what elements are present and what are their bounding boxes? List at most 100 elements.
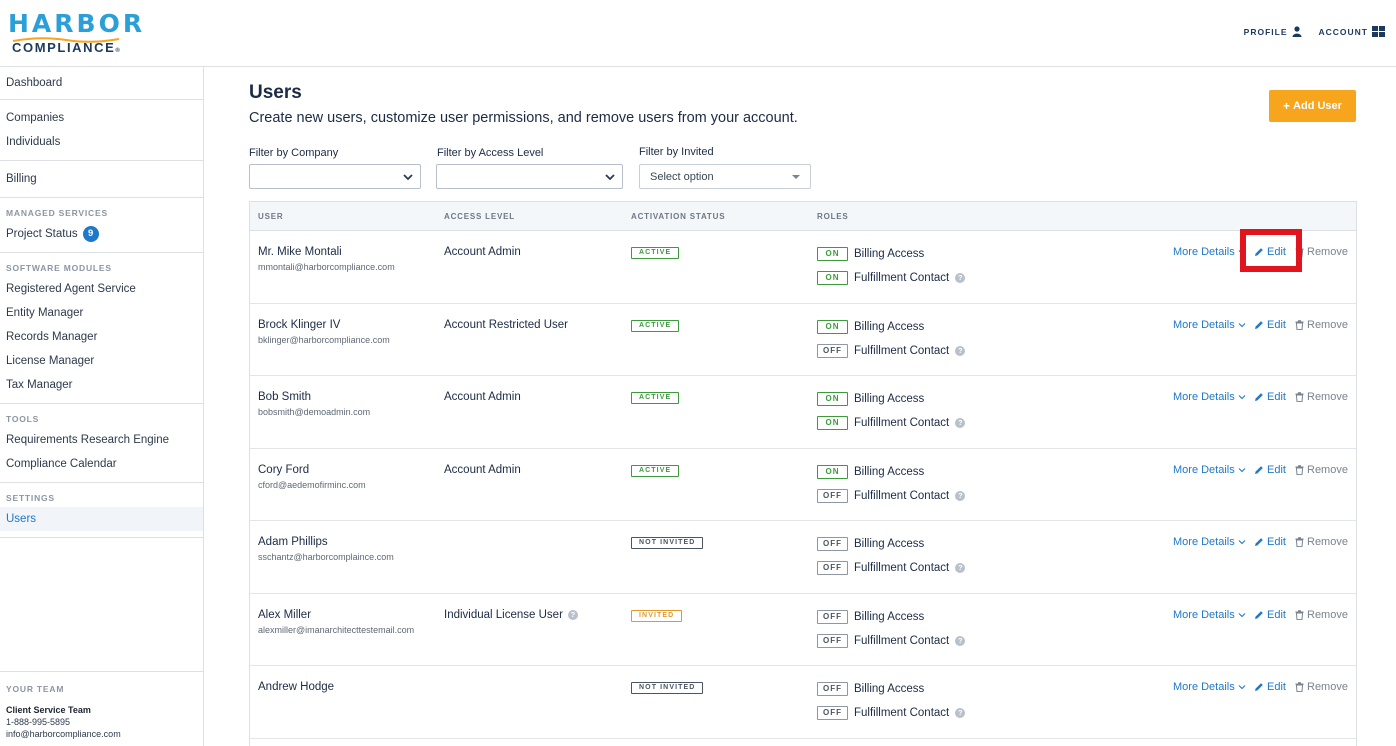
column-header-access-level: ACCESS LEVEL [444, 212, 515, 221]
account-link[interactable]: ACCOUNT [1319, 26, 1385, 37]
access-level-text: Account Admin [444, 463, 521, 476]
grid-icon [1372, 26, 1385, 37]
sidebar-item-records-manager[interactable]: Records Manager [0, 325, 203, 349]
edit-label: Edit [1267, 536, 1286, 548]
remove-link[interactable]: Remove [1295, 681, 1348, 693]
sidebar-item-individuals[interactable]: Individuals [0, 130, 203, 154]
table-row: Cory Ford cford@aedemofirminc.com Accoun… [250, 449, 1356, 521]
access-level-text: Account Restricted User [444, 318, 568, 331]
role-billing-access: ON Billing Access [817, 319, 924, 334]
help-icon[interactable]: ? [955, 345, 966, 356]
remove-link[interactable]: Remove [1295, 391, 1348, 403]
remove-link[interactable]: Remove [1295, 319, 1348, 331]
role-billing-access: ON Billing Access [817, 464, 925, 479]
more-details-link[interactable]: More Details [1173, 681, 1254, 693]
row-actions: More Details Edit Remove [1173, 319, 1348, 331]
user-email: alexmiller@imanarchitecttestemail.com [258, 624, 415, 635]
edit-link[interactable]: Edit [1254, 536, 1295, 548]
more-details-link[interactable]: More Details [1173, 319, 1254, 331]
chevron-down-icon [403, 174, 413, 181]
sidebar-item-project-status[interactable]: Project Status 9 [0, 222, 203, 246]
billing-access-toggle[interactable]: ON [817, 392, 848, 406]
page-title: Users [249, 82, 302, 103]
user-email: bklinger@harborcompliance.com [258, 334, 390, 345]
pencil-icon [1255, 320, 1263, 329]
more-details-link[interactable]: More Details [1173, 391, 1254, 403]
fulfillment-contact-toggle[interactable]: ON [817, 416, 848, 430]
billing-access-toggle[interactable]: ON [817, 319, 848, 334]
help-icon[interactable]: ? [955, 708, 966, 718]
logo-wordmark-top: HARBOR [8, 9, 146, 38]
fulfillment-contact-toggle[interactable]: OFF [817, 561, 848, 575]
sidebar-item-dashboard[interactable]: Dashboard [0, 71, 203, 95]
profile-link[interactable]: PROFILE [1244, 26, 1302, 37]
help-icon[interactable]: ? [955, 635, 966, 646]
filter-invited-select[interactable]: Select option [639, 164, 811, 189]
billing-access-toggle[interactable]: OFF [817, 609, 848, 624]
sidebar-item-users[interactable]: Users [0, 507, 203, 531]
team-email[interactable]: info@harborcompliance.com [6, 728, 203, 740]
fulfillment-contact-toggle[interactable]: OFF [817, 488, 848, 503]
edit-link[interactable]: Edit [1254, 246, 1295, 258]
help-icon[interactable]: ? [955, 563, 966, 573]
edit-link[interactable]: Edit [1254, 391, 1295, 403]
role-label: Billing Access [854, 465, 925, 478]
fulfillment-contact-toggle[interactable]: OFF [817, 633, 848, 648]
sidebar-item-requirements-research-engine[interactable]: Requirements Research Engine [0, 428, 203, 452]
filter-company-select[interactable] [249, 164, 421, 189]
user-email: cford@aedemofirminc.com [258, 479, 366, 490]
help-icon[interactable]: ? [955, 273, 966, 283]
pencil-icon [1255, 248, 1263, 256]
column-header-roles: ROLES [817, 212, 849, 221]
remove-label: Remove [1307, 536, 1348, 548]
user-name: Alex Miller [258, 608, 312, 621]
remove-label: Remove [1307, 246, 1348, 258]
user-name: Mr. Mike Montali [258, 246, 342, 258]
role-fulfillment-contact: OFF Fulfillment Contact ? [817, 633, 966, 648]
edit-link[interactable]: Edit [1254, 319, 1295, 331]
help-icon[interactable]: ? [955, 490, 966, 501]
pencil-icon [1255, 683, 1263, 691]
edit-link[interactable]: Edit [1254, 464, 1295, 476]
sidebar-item-billing[interactable]: Billing [0, 167, 203, 191]
billing-access-toggle[interactable]: OFF [817, 682, 848, 696]
remove-link[interactable]: Remove [1295, 536, 1348, 548]
remove-link[interactable]: Remove [1295, 464, 1348, 476]
more-details-link[interactable]: More Details [1173, 464, 1254, 476]
fulfillment-contact-toggle[interactable]: ON [817, 271, 848, 285]
sidebar-item-registered-agent-service[interactable]: Registered Agent Service [0, 277, 203, 301]
role-label: Fulfillment Contact [854, 634, 950, 647]
help-icon[interactable]: ? [567, 609, 578, 620]
more-details-link[interactable]: More Details [1173, 536, 1254, 548]
role-label: Fulfillment Contact [854, 489, 950, 502]
logo-wordmark-bottom: COMPLIANCE® [12, 40, 120, 55]
sidebar-item-entity-manager[interactable]: Entity Manager [0, 301, 203, 325]
more-details-link[interactable]: More Details [1173, 609, 1254, 621]
user-email: sschantz@harborcomplaince.com [258, 552, 394, 562]
remove-link[interactable]: Remove [1295, 609, 1348, 621]
billing-access-toggle[interactable]: OFF [817, 537, 848, 551]
fulfillment-contact-toggle[interactable]: OFF [817, 343, 848, 358]
sidebar-item-license-manager[interactable]: License Manager [0, 349, 203, 373]
filter-access-select[interactable] [436, 164, 623, 189]
team-phone[interactable]: 1-888-995-5895 [6, 716, 203, 728]
remove-link[interactable]: Remove [1295, 246, 1348, 258]
sidebar-item-tax-manager[interactable]: Tax Manager [0, 373, 203, 397]
edit-link[interactable]: Edit [1254, 609, 1295, 621]
billing-access-toggle[interactable]: ON [817, 247, 848, 261]
sidebar-item-companies[interactable]: Companies [0, 106, 203, 130]
filter-company-label: Filter by Company [249, 147, 339, 159]
billing-access-toggle[interactable]: ON [817, 464, 848, 479]
remove-label: Remove [1307, 608, 1348, 621]
help-icon[interactable]: ? [955, 418, 966, 428]
more-details-link[interactable]: More Details [1173, 246, 1254, 258]
trash-icon [1295, 247, 1304, 257]
user-name: Brock Klinger IV [258, 318, 341, 331]
remove-label: Remove [1307, 391, 1348, 403]
edit-link[interactable]: Edit [1254, 681, 1295, 693]
fulfillment-contact-toggle[interactable]: OFF [817, 706, 848, 720]
filter-access-label: Filter by Access Level [437, 147, 544, 159]
add-user-button[interactable]: + Add User [1269, 90, 1356, 122]
harbor-compliance-logo[interactable]: HARBOR COMPLIANCE® [8, 11, 142, 55]
sidebar-item-compliance-calendar[interactable]: Compliance Calendar [0, 452, 203, 476]
